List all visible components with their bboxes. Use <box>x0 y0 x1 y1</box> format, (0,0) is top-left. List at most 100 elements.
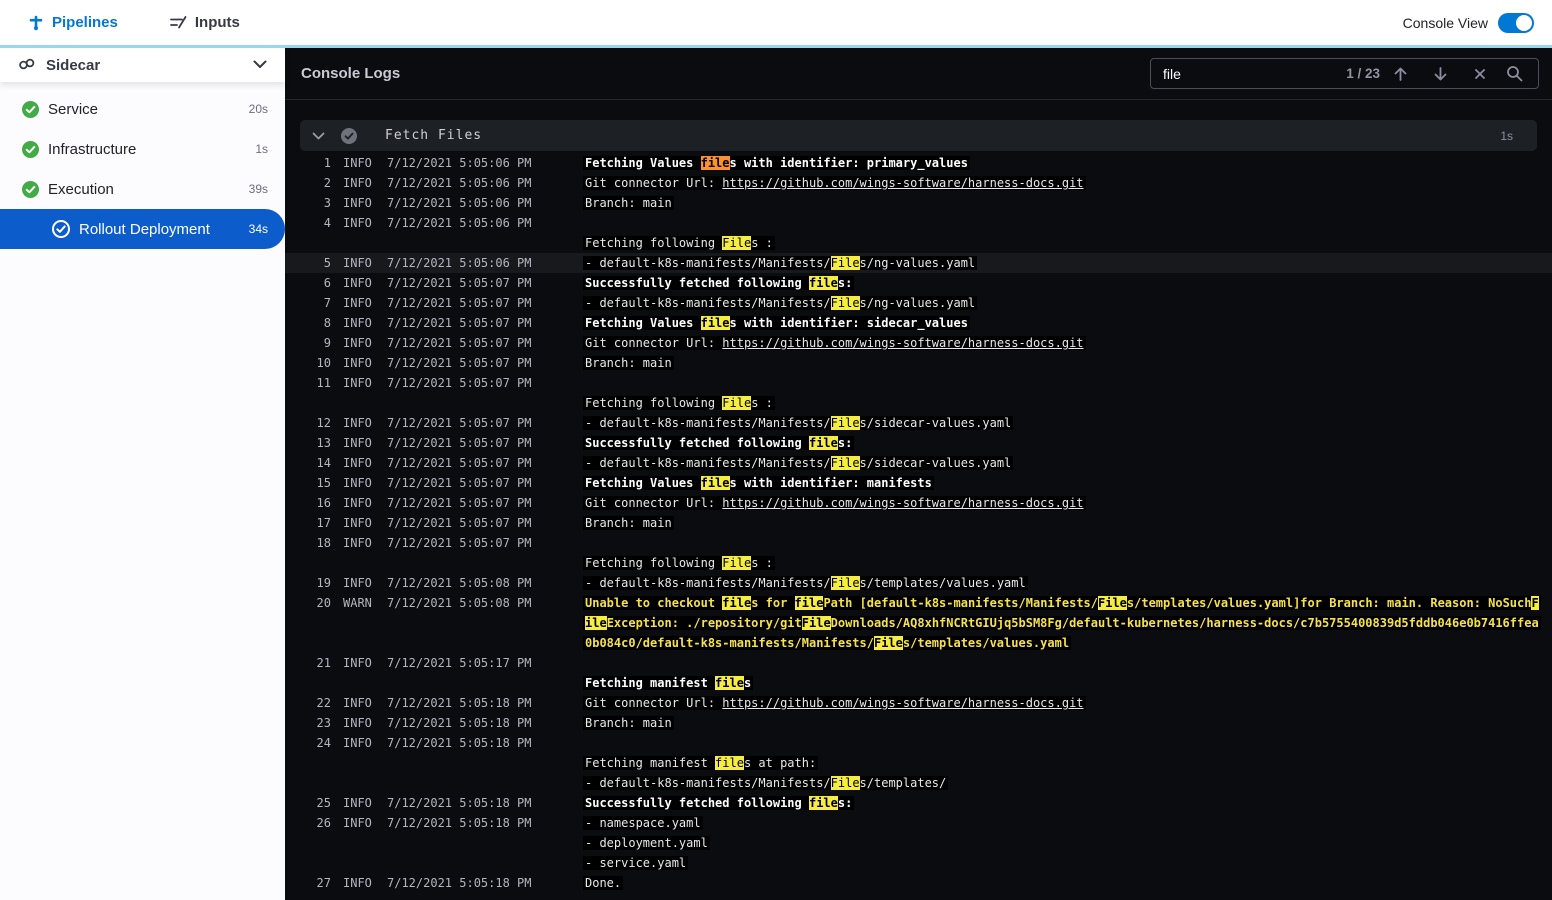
log-row: 17 INFO 7/12/2021 5:05:07 PM Branch: main <box>316 516 674 530</box>
log-message: Git connector Url: https://github.com/wi… <box>583 496 1086 510</box>
log-row: 16 INFO 7/12/2021 5:05:07 PM Git connector … <box>316 496 1086 510</box>
log-text: Fetching Values <box>585 316 701 330</box>
log-link[interactable]: https://github.com/wings-software/harnes… <box>722 696 1083 710</box>
log-row: 11 INFO 7/12/2021 5:05:07 PM <box>316 376 532 390</box>
log-text: Unable to checkout <box>585 596 723 610</box>
log-link[interactable]: https://github.com/wings-software/harnes… <box>722 176 1083 190</box>
log-text: Successfully fetched following <box>585 276 809 290</box>
log-message: - default-k8s-manifests/Manifests/Files/… <box>583 776 949 790</box>
collapse-chevron-icon[interactable] <box>312 132 325 140</box>
log-message: Fetching manifest files <box>583 676 754 690</box>
log-text: Git connector Url: <box>585 696 723 710</box>
step-infrastructure[interactable]: Infrastructure 1s <box>0 129 285 169</box>
step-list: Service 20s Infrastructure 1s Execution … <box>0 82 285 249</box>
log-message: Fetching following Files : <box>583 396 775 410</box>
log-message: Unable to checkout files for filePath [d… <box>583 596 1541 650</box>
log-row: 20 WARN 7/12/2021 5:05:08 PM Unable to chec… <box>316 596 1541 650</box>
log-message: Git connector Url: https://github.com/wi… <box>583 336 1086 350</box>
step-service[interactable]: Service 20s <box>0 89 285 129</box>
log-message: Fetching manifest files at path: <box>583 756 819 770</box>
success-check-icon <box>22 180 39 198</box>
log-message: - service.yaml <box>583 856 689 870</box>
log-message: - default-k8s-manifests/Manifests/Files/… <box>583 256 978 270</box>
log-text: s/sidecar-values.yaml <box>859 456 1012 470</box>
log-row: 26 INFO 7/12/2021 5:05:18 PM - namespace.ya… <box>316 816 703 830</box>
console-title: Console Logs <box>301 65 401 82</box>
log-text: - namespace.yaml <box>585 816 701 830</box>
search-match: file <box>794 596 824 610</box>
log-text: s: <box>837 796 853 810</box>
log-row: 2 INFO 7/12/2021 5:05:06 PM Git connector U… <box>323 176 1086 190</box>
log-message: Fetching Values files with identifier: m… <box>583 476 934 490</box>
log-row: 8 INFO 7/12/2021 5:05:07 PM Fetching Values… <box>323 316 970 330</box>
search-match: File <box>830 776 860 790</box>
search-match: file <box>700 316 730 330</box>
step-rollout-deployment[interactable]: Rollout Deployment 34s <box>0 209 285 249</box>
tab-inputs[interactable]: Inputs <box>158 0 252 45</box>
log-row: 12 INFO 7/12/2021 5:05:07 PM - default-k8s-… <box>316 416 1014 430</box>
log-row: - default-k8s-manifests/Manifests/Files/… <box>285 773 1552 793</box>
log-message: Fetching following Files : <box>583 236 775 250</box>
search-icon[interactable] <box>1500 65 1528 82</box>
step-label: Service <box>48 100 99 118</box>
clear-search-button[interactable] <box>1460 68 1500 80</box>
search-match: File <box>722 556 752 570</box>
header-accent-strip <box>0 45 1552 48</box>
log-text: - default-k8s-manifests/Manifests/ <box>585 456 831 470</box>
search-match: file <box>722 596 752 610</box>
log-row: 14 INFO 7/12/2021 5:05:07 PM - default-k8s-… <box>316 456 1014 470</box>
log-message: Successfully fetched following files: <box>583 276 855 290</box>
log-message: Git connector Url: https://github.com/wi… <box>583 696 1086 710</box>
search-match: File <box>873 636 903 650</box>
search-match: File <box>722 236 752 250</box>
log-message: Branch: main <box>583 716 674 730</box>
log-text: Successfully fetched following <box>585 796 809 810</box>
log-row: Fetching manifest files at path: <box>285 753 1552 773</box>
log-text: s : <box>751 396 773 410</box>
log-row: 23 INFO 7/12/2021 5:05:18 PM Branch: main <box>316 716 674 730</box>
log-text: s/templates/ <box>859 776 947 790</box>
log-message: Done. <box>583 876 624 890</box>
log-section-fetch-files[interactable]: Fetch Files 1s <box>300 120 1537 151</box>
search-match: File <box>830 576 860 590</box>
log-row: 24 INFO 7/12/2021 5:05:18 PM <box>316 736 532 750</box>
log-text: Path [default-k8s-manifests/Manifests/ <box>823 596 1098 610</box>
log-link[interactable]: https://github.com/wings-software/harnes… <box>722 336 1083 350</box>
stage-header-sidecar[interactable]: Sidecar <box>0 48 285 82</box>
search-match: File <box>830 456 860 470</box>
search-match: File <box>722 396 752 410</box>
log-row: 15 INFO 7/12/2021 5:05:07 PM Fetching Value… <box>316 476 934 490</box>
log-message: Fetching following Files : <box>583 556 775 570</box>
pipeline-icon <box>28 15 44 31</box>
log-text: Fetching Values <box>585 476 701 490</box>
chevron-down-icon[interactable] <box>253 56 267 74</box>
previous-match-button[interactable] <box>1380 66 1420 82</box>
log-text: s <box>743 676 752 690</box>
search-input[interactable] <box>1163 65 1344 82</box>
log-message: Fetching Values files with identifier: p… <box>583 156 970 170</box>
log-link[interactable]: https://github.com/wings-software/harnes… <box>722 496 1083 510</box>
log-text: Fetching manifest <box>585 676 716 690</box>
next-match-button[interactable] <box>1420 66 1460 82</box>
step-execution[interactable]: Execution 39s <box>0 169 285 209</box>
log-row: 19 INFO 7/12/2021 5:05:08 PM - default-k8s-… <box>316 576 1028 590</box>
log-text: - default-k8s-manifests/Manifests/ <box>585 296 831 310</box>
log-row: 6 INFO 7/12/2021 5:05:07 PM Successfully fe… <box>323 276 855 290</box>
log-row: 3 INFO 7/12/2021 5:05:06 PM Branch: main <box>323 196 674 210</box>
log-message: Branch: main <box>583 196 674 210</box>
log-text: Successfully fetched following <box>585 436 809 450</box>
search-match: File <box>830 296 860 310</box>
log-row: 22 INFO 7/12/2021 5:05:18 PM Git connector … <box>316 696 1086 710</box>
log-message: - default-k8s-manifests/Manifests/Files/… <box>583 416 1014 430</box>
log-text: Git connector Url: <box>585 336 723 350</box>
log-text: - default-k8s-manifests/Manifests/ <box>585 576 831 590</box>
log-message: Branch: main <box>583 356 674 370</box>
tab-pipelines[interactable]: Pipelines <box>16 0 130 48</box>
search-match: File <box>1098 596 1127 610</box>
search-match: file <box>808 436 838 450</box>
console-view-toggle[interactable] <box>1498 12 1534 33</box>
log-text: Done. <box>585 876 622 890</box>
log-text: Exception: ./repository/git <box>606 616 802 630</box>
log-text: s at path: <box>743 756 817 770</box>
log-text: s/ng-values.yaml <box>859 256 976 270</box>
